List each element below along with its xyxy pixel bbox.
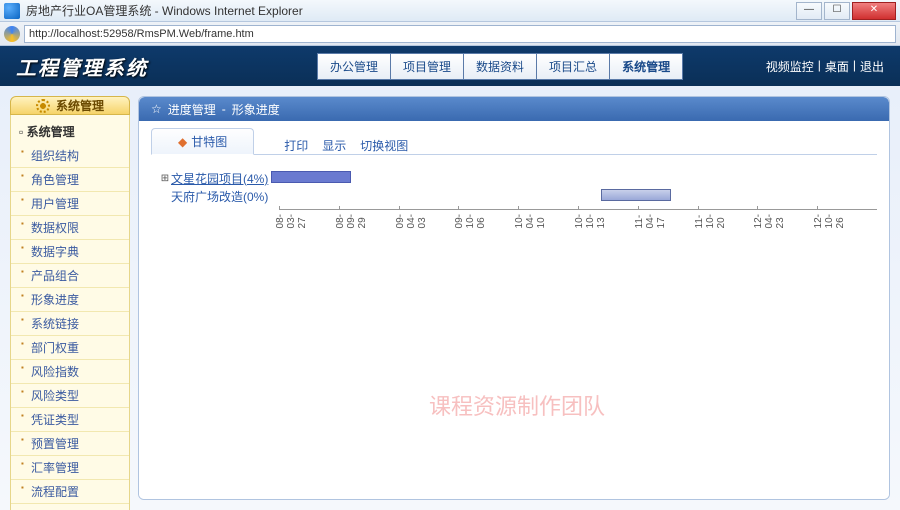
watermark: 课程资源制作团队	[429, 389, 605, 421]
close-button[interactable]: ✕	[852, 2, 896, 20]
action-switch[interactable]: 切换视图	[360, 137, 408, 154]
nav-project[interactable]: 项目管理	[390, 53, 464, 80]
gantt-label-0[interactable]: 文星花园项目(4%)	[171, 170, 271, 187]
sidebar-item-link[interactable]: 系统链接	[11, 312, 129, 336]
nav-summary[interactable]: 项目汇总	[536, 53, 610, 80]
ie-icon	[4, 26, 20, 42]
app-header: 工程管理系统 办公管理 项目管理 数据资料 项目汇总 系统管理 视频监控| 桌面…	[0, 46, 900, 86]
link-logout[interactable]: 退出	[860, 58, 884, 75]
sidebar-item-product[interactable]: 产品组合	[11, 264, 129, 288]
gantt-label-1: 天府广场改造(0%)	[171, 188, 271, 205]
sidebar-item-org[interactable]: 组织结构	[11, 144, 129, 168]
gantt-chart: ⊞ 文星花园项目(4%) 天府广场改造(0%) 08-03-27 08-09-2…	[159, 169, 877, 259]
link-video[interactable]: 视频监控	[766, 58, 814, 75]
sidebar-item-weight[interactable]: 部门权重	[11, 336, 129, 360]
gantt-row-0: ⊞ 文星花园项目(4%)	[159, 169, 877, 187]
sidebar-item-voucher[interactable]: 凭证类型	[11, 408, 129, 432]
sidebar-item-risk-type[interactable]: 风险类型	[11, 384, 129, 408]
action-show[interactable]: 显示	[322, 137, 346, 154]
link-desktop[interactable]: 桌面	[825, 58, 849, 75]
sidebar: 系统管理 ▫ 系统管理 组织结构 角色管理 用户管理 数据权限 数据字典 产品组…	[10, 96, 130, 500]
app-logo: 工程管理系统	[16, 52, 148, 81]
star-icon: ☆	[151, 102, 162, 116]
sidebar-item-risk-index[interactable]: 风险指数	[11, 360, 129, 384]
gear-icon	[36, 99, 50, 113]
gantt-row-1: 天府广场改造(0%)	[159, 187, 877, 205]
minimize-button[interactable]: —	[796, 2, 822, 20]
url-input[interactable]	[24, 25, 896, 43]
expand-icon[interactable]: ⊞	[159, 173, 171, 184]
nav-system[interactable]: 系统管理	[609, 53, 683, 80]
gantt-bar-1	[601, 189, 671, 201]
action-print[interactable]: 打印	[284, 137, 308, 154]
sidebar-item-dict[interactable]: 数据字典	[11, 240, 129, 264]
sidebar-item-rate[interactable]: 汇率管理	[11, 456, 129, 480]
nav-data[interactable]: 数据资料	[463, 53, 537, 80]
gantt-axis: 08-03-27 08-09-29 09-04-03 09-10-06 10-0…	[279, 209, 877, 259]
address-bar	[0, 22, 900, 46]
content-panel: ☆ 进度管理 - 形象进度 ◆甘特图 打印 显示 切换视图 ⊞	[138, 96, 890, 500]
sidebar-item-user[interactable]: 用户管理	[11, 192, 129, 216]
sidebar-item-role[interactable]: 角色管理	[11, 168, 129, 192]
window-title: 房地产行业OA管理系统 - Windows Internet Explorer	[26, 2, 794, 19]
sidebar-group[interactable]: ▫ 系统管理	[11, 119, 129, 144]
maximize-button[interactable]: ☐	[824, 2, 850, 20]
top-nav: 办公管理 项目管理 数据资料 项目汇总 系统管理	[318, 53, 683, 80]
top-right-links: 视频监控| 桌面| 退出	[766, 58, 884, 75]
sidebar-item-perm[interactable]: 数据权限	[11, 216, 129, 240]
breadcrumb: ☆ 进度管理 - 形象进度	[139, 97, 889, 121]
gantt-bar-0	[271, 171, 351, 183]
sidebar-title: 系统管理	[10, 96, 130, 115]
sidebar-item-workflow[interactable]: 流程配置	[11, 480, 129, 504]
nav-office[interactable]: 办公管理	[317, 53, 391, 80]
tab-gantt[interactable]: ◆甘特图	[151, 128, 254, 155]
breadcrumb-section: 进度管理	[168, 101, 216, 118]
sidebar-item-progress[interactable]: 形象进度	[11, 288, 129, 312]
ie-favicon	[4, 3, 20, 19]
window-titlebar: 房地产行业OA管理系统 - Windows Internet Explorer …	[0, 0, 900, 22]
sidebar-item-preset[interactable]: 预置管理	[11, 432, 129, 456]
breadcrumb-page: 形象进度	[232, 101, 280, 118]
